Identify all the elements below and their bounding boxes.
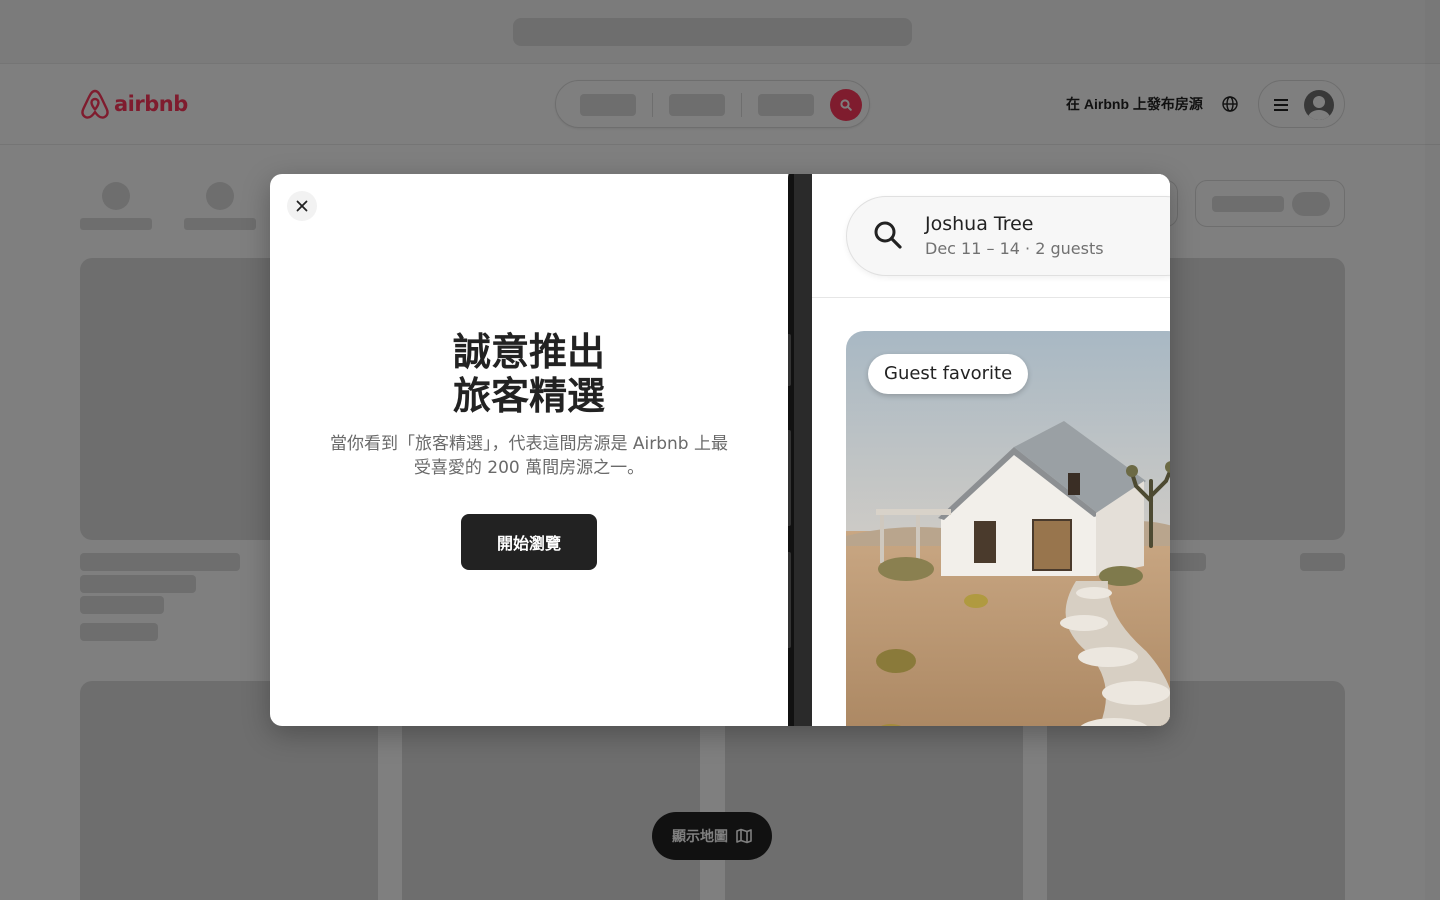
modal-title: 誠意推出 旅客精選 bbox=[270, 330, 788, 418]
modal-description: 當你看到「旅客精選」，代表這間房源是 Airbnb 上最受喜愛的 200 萬間房… bbox=[330, 434, 729, 478]
phone-side-button bbox=[788, 334, 791, 386]
phone-side-button bbox=[788, 430, 791, 526]
preview-search-details: Dec 11 – 14 · 2 guests bbox=[925, 239, 1104, 258]
search-icon bbox=[874, 221, 902, 249]
phone-search-pill: Joshua Tree Dec 11 – 14 · 2 guests bbox=[846, 196, 1170, 276]
guest-favorite-badge: Guest favorite bbox=[868, 354, 1029, 394]
preview-search-location: Joshua Tree bbox=[925, 213, 1034, 235]
modal-content: 誠意推出 旅客精選 當你看到「旅客精選」，代表這間房源是 Airbnb 上最受喜… bbox=[270, 174, 788, 726]
phone-side-button bbox=[788, 552, 791, 648]
phone-preview: Joshua Tree Dec 11 – 14 · 2 guests Guest… bbox=[788, 174, 1170, 726]
page-scrollbar[interactable] bbox=[1425, 0, 1440, 900]
close-button[interactable] bbox=[287, 191, 317, 221]
modal-title-line: 誠意推出 bbox=[452, 330, 605, 374]
phone-app-header: Joshua Tree Dec 11 – 14 · 2 guests bbox=[812, 174, 1170, 298]
listing-photo: Guest favorite bbox=[846, 331, 1170, 726]
modal-title-line: 旅客精選 bbox=[452, 374, 605, 418]
guest-favorite-modal: 誠意推出 旅客精選 當你看到「旅客精選」，代表這間房源是 Airbnb 上最受喜… bbox=[270, 174, 1170, 726]
phone-screen: Joshua Tree Dec 11 – 14 · 2 guests Guest… bbox=[812, 174, 1170, 726]
close-icon bbox=[296, 200, 308, 212]
start-browsing-button[interactable]: 開始瀏覽 bbox=[461, 514, 597, 570]
